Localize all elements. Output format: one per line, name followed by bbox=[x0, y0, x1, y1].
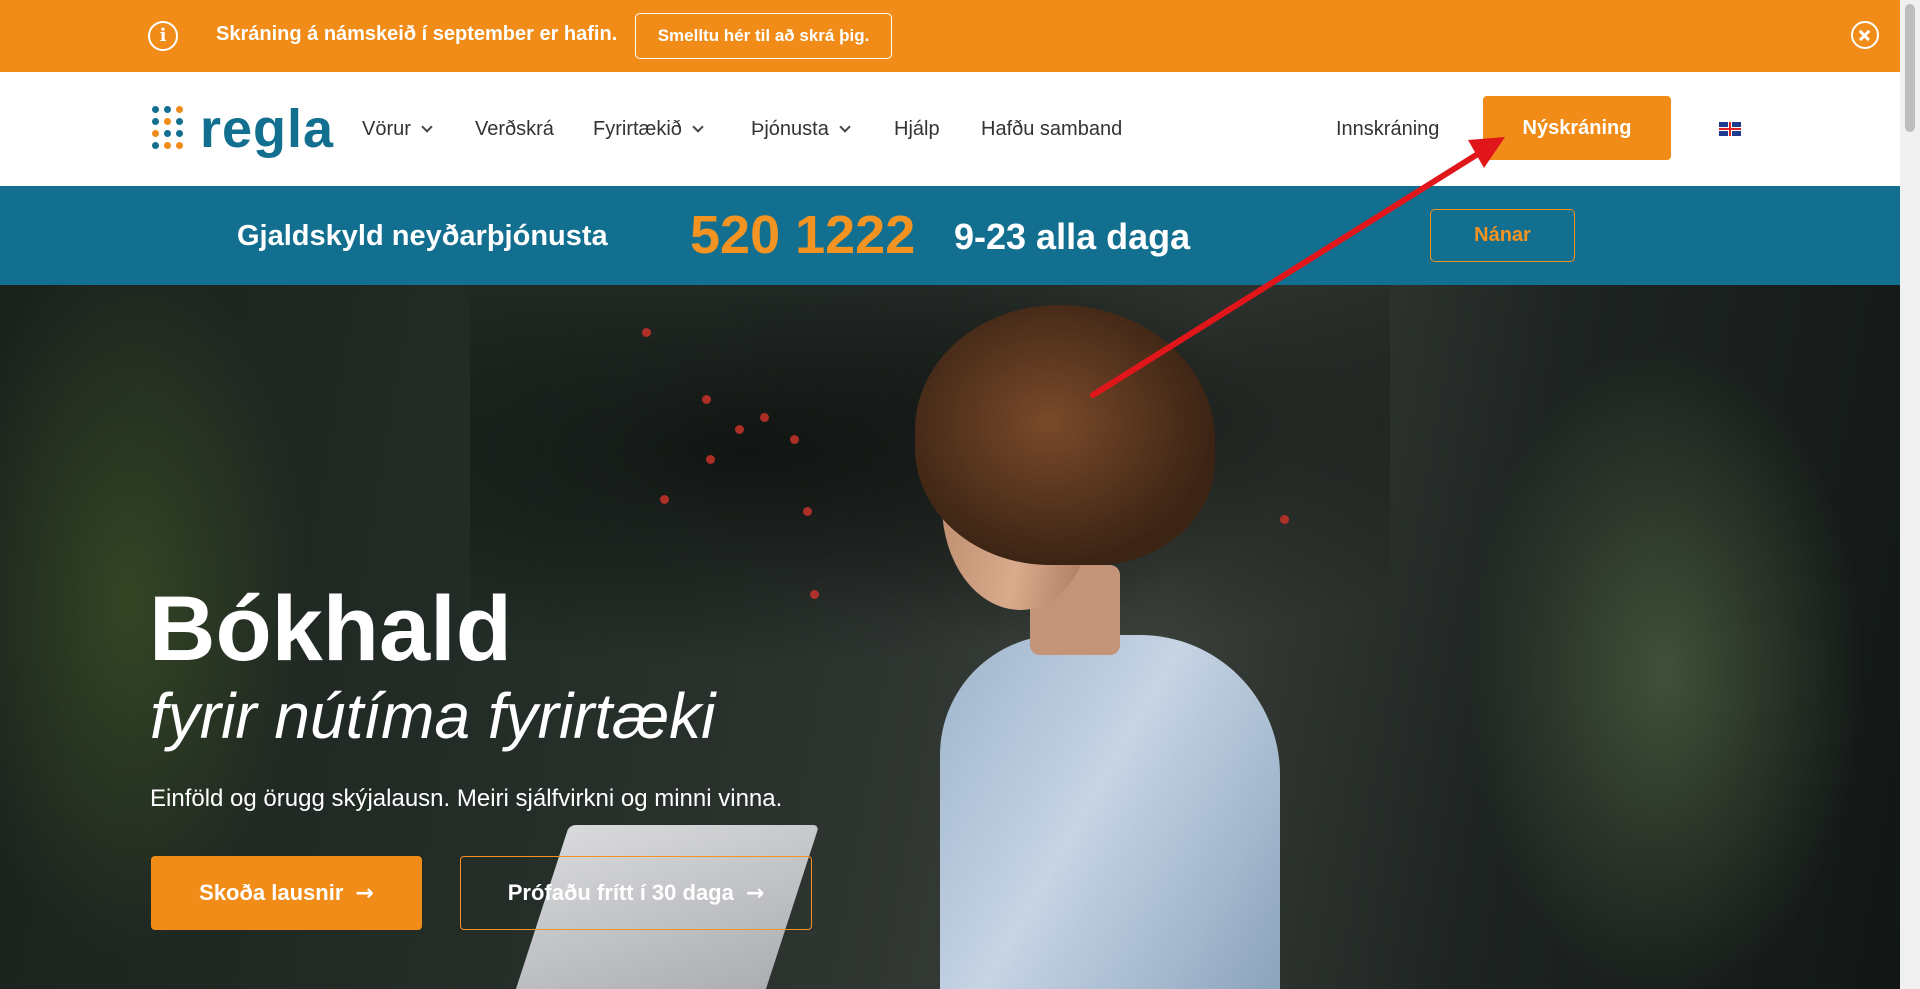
hero-description: Einföld og örugg skýjalausn. Meiri sjálf… bbox=[150, 785, 783, 812]
emergency-service-strip: Gjaldskyld neyðarþjónusta 520 1222 9-23 … bbox=[0, 186, 1900, 285]
chevron-down-icon bbox=[421, 121, 433, 133]
nav-item-label: Verðskrá bbox=[475, 118, 554, 140]
page-scrollbar[interactable] bbox=[1900, 0, 1920, 989]
free-trial-label: Prófaðu frítt í 30 daga bbox=[507, 880, 734, 905]
view-solutions-label: Skoða lausnir bbox=[199, 880, 344, 905]
logo-wordmark: regla bbox=[200, 99, 335, 159]
free-trial-button[interactable]: Prófaðu frítt í 30 daga → bbox=[460, 856, 812, 930]
login-link[interactable]: Innskráning bbox=[1336, 118, 1439, 141]
arrow-right-icon: → bbox=[355, 881, 374, 906]
nav-item-vorur[interactable]: Vörur bbox=[362, 118, 433, 141]
signup-button[interactable]: Nýskráning bbox=[1483, 96, 1671, 160]
announcement-register-button[interactable]: Smelltu hér til að skrá þig. bbox=[635, 13, 892, 59]
nav-item-label: Hafðu samband bbox=[981, 118, 1123, 140]
nav-item-label: Þjónusta bbox=[751, 118, 829, 140]
site-header: regla Vörur Verðskrá Fyrirtækið Þjónusta… bbox=[0, 72, 1900, 186]
nav-item-hjalp[interactable]: Hjálp bbox=[894, 118, 940, 141]
nav-item-label: Hjálp bbox=[894, 118, 940, 140]
emergency-phone[interactable]: 520 1222 bbox=[690, 204, 915, 266]
emergency-hours: 9-23 alla daga bbox=[954, 216, 1191, 257]
nav-item-hafdu-samband[interactable]: Hafðu samband bbox=[981, 118, 1122, 141]
hero-subtitle: fyrir nútíma fyrirtæki bbox=[150, 680, 716, 752]
announcement-message: Skráning á námskeið í september er hafin… bbox=[216, 23, 618, 45]
nav-item-fyrirtaekid[interactable]: Fyrirtækið bbox=[593, 118, 704, 141]
emergency-label: Gjaldskyld neyðarþjónusta bbox=[237, 220, 608, 252]
nav-item-label: Fyrirtækið bbox=[593, 118, 682, 140]
close-icon[interactable] bbox=[1851, 21, 1879, 49]
nav-item-verdskra[interactable]: Verðskrá bbox=[475, 118, 554, 141]
info-icon: i bbox=[148, 21, 178, 51]
arrow-right-icon: → bbox=[745, 881, 765, 906]
hero-background-bokeh bbox=[1430, 285, 1900, 989]
nav-item-label: Vörur bbox=[362, 118, 411, 140]
announcement-bar: i Skráning á námskeið í september er haf… bbox=[0, 0, 1900, 72]
scrollbar-thumb[interactable] bbox=[1905, 4, 1915, 132]
chevron-down-icon bbox=[839, 121, 851, 133]
uk-flag-icon[interactable] bbox=[1719, 122, 1741, 136]
hero-title: Bókhald bbox=[149, 578, 512, 680]
hero-photo-woman bbox=[880, 305, 1340, 989]
hero-section: Bókhald fyrir nútíma fyrirtæki Einföld o… bbox=[0, 285, 1900, 989]
view-solutions-button[interactable]: Skoða lausnir → bbox=[151, 856, 422, 930]
chevron-down-icon bbox=[692, 121, 704, 133]
more-info-button[interactable]: Nánar bbox=[1430, 209, 1575, 262]
nav-item-thjonusta[interactable]: Þjónusta bbox=[751, 118, 851, 141]
logo-dots-icon bbox=[152, 106, 184, 150]
